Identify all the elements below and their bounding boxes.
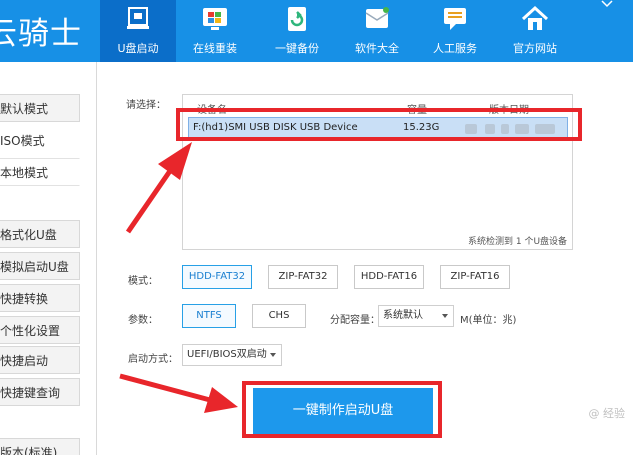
sidebar-item-label: 快捷键查询 <box>0 386 61 400</box>
windows-icon <box>203 8 227 30</box>
annotation-box-device <box>176 108 582 141</box>
nav-manual-service[interactable]: 人工服务 <box>420 0 490 62</box>
sidebar-item-local-mode[interactable]: 本地模式 <box>0 158 80 186</box>
boot-value: UEFI/BIOS双启动 <box>187 349 267 360</box>
boot-select[interactable]: UEFI/BIOS双启动 <box>182 344 282 366</box>
param-chs[interactable]: CHS <box>252 304 306 328</box>
brand-title: 云骑士 <box>0 16 82 52</box>
sidebar-item-label: 格式化U盘 <box>0 228 57 242</box>
sidebar-item-label: 模拟启动U盘 <box>0 260 69 274</box>
sidebar-item-iso-mode[interactable]: ISO模式 <box>0 126 80 154</box>
nav-software[interactable]: 软件大全 <box>342 0 412 62</box>
sidebar-item-label: 快捷转换 <box>0 292 49 306</box>
mode-label: 模式： <box>128 276 158 287</box>
sidebar-item-quick-boot[interactable]: 快捷启动 <box>0 346 80 374</box>
sidebar-item-simulate-boot[interactable]: 模拟启动U盘 <box>0 252 80 280</box>
sidebar-item-hotkey-query[interactable]: 快捷键查询 <box>0 378 80 406</box>
annotation-box-button <box>242 381 442 438</box>
nav-online-reinstall[interactable]: 在线重装 <box>180 0 250 62</box>
sidebar-item-label: 默认模式 <box>0 102 49 116</box>
chat-icon <box>444 8 466 30</box>
nav-one-key-backup[interactable]: 一键备份 <box>262 0 332 62</box>
dropdown-arrow-icon <box>270 353 276 357</box>
alloc-select[interactable]: 系统默认 <box>378 305 454 327</box>
select-label: 请选择： <box>126 100 166 111</box>
detect-status: 系统检测到 1 个U盘设备 <box>468 237 568 247</box>
dropdown-arrow-icon <box>442 314 448 318</box>
sidebar-item-version: 版本(标准) <box>0 438 80 455</box>
alloc-unit: M(单位：兆) <box>460 315 517 326</box>
sidebar-item-label: ISO模式 <box>0 134 45 148</box>
sidebar-item-label: 版本(标准) <box>0 446 58 455</box>
param-ntfs[interactable]: NTFS <box>182 304 236 328</box>
nav-label: 软件大全 <box>355 42 399 55</box>
alloc-value: 系统默认 <box>383 310 423 321</box>
sidebar-item-quick-convert[interactable]: 快捷转换 <box>0 284 80 312</box>
home-icon <box>521 5 549 30</box>
sidebar-item-label: 个性化设置 <box>0 324 61 338</box>
mode-hdd-fat16[interactable]: HDD-FAT16 <box>354 265 424 289</box>
mode-zip-fat32[interactable]: ZIP-FAT32 <box>268 265 338 289</box>
mode-zip-fat16[interactable]: ZIP-FAT16 <box>440 265 510 289</box>
nav-usb-boot[interactable]: U盘启动 <box>100 0 176 62</box>
nav-official-site[interactable]: 官方网站 <box>500 0 570 62</box>
nav-label: 在线重装 <box>193 42 237 55</box>
usb-icon <box>127 7 149 29</box>
sidebar-item-personalize[interactable]: 个性化设置 <box>0 316 80 344</box>
nav-label: U盘启动 <box>117 42 159 55</box>
sidebar-item-default-mode[interactable]: 默认模式 <box>0 94 80 122</box>
nav-label: 官方网站 <box>513 42 557 55</box>
top-header: 云骑士 U盘启动 在线重装 一键备份 软件大全 人工服务 官方网站 <box>0 0 633 62</box>
nav-label: 一键备份 <box>275 42 319 55</box>
sidebar: 默认模式 ISO模式 本地模式 格式化U盘 模拟启动U盘 快捷转换 个性化设置 … <box>0 62 97 455</box>
sidebar-item-label: 本地模式 <box>0 166 49 180</box>
software-icon <box>365 7 389 28</box>
chevron-icon[interactable] <box>601 0 613 11</box>
nav-label: 人工服务 <box>433 42 477 55</box>
sidebar-item-format-usb[interactable]: 格式化U盘 <box>0 220 80 248</box>
mode-hdd-fat32[interactable]: HDD-FAT32 <box>182 265 252 289</box>
boot-label: 启动方式： <box>128 354 178 365</box>
param-label: 参数： <box>128 315 158 326</box>
backup-icon <box>288 7 306 31</box>
alloc-label: 分配容量： <box>330 315 380 326</box>
sidebar-item-label: 快捷启动 <box>0 354 49 368</box>
watermark: @ 经验 <box>588 407 626 420</box>
